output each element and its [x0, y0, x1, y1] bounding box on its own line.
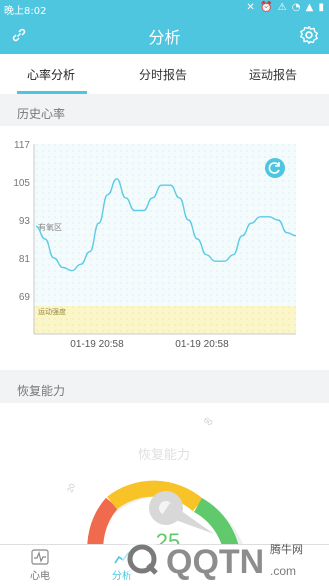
- gear-icon[interactable]: [299, 25, 319, 45]
- gauge-title: 恢复能力: [138, 447, 190, 462]
- history-card: 117 105 93 81 69 有氧区 运动强度 01-19 20:58 01…: [0, 126, 329, 370]
- recovery-card: 20 60 恢复能力 25: [0, 403, 329, 565]
- y-tick-label: 81: [19, 254, 31, 265]
- tab-sport-report[interactable]: 运动报告: [249, 66, 297, 83]
- y-tick-label: 69: [19, 292, 31, 303]
- aerobic-zone-label: 有氧区: [38, 222, 62, 232]
- gauge-tick-label: 20: [65, 482, 77, 494]
- recovery-title: 恢复能力: [17, 384, 66, 398]
- tab-timeshare-report[interactable]: 分时报告: [139, 66, 187, 83]
- svg-text:.com: .com: [270, 564, 296, 578]
- tab-heart-rate-analysis[interactable]: 心率分析: [27, 66, 75, 83]
- watermark-logo: QQTN 腾牛网 .com: [122, 539, 303, 581]
- tab-bar: 心率分析 分时报告 运动报告: [0, 54, 329, 94]
- status-time: 晚上8:02: [4, 6, 47, 17]
- gauge-red-segment: [87, 497, 119, 565]
- y-tick-label: 105: [13, 178, 30, 189]
- y-tick-label: 93: [19, 216, 31, 227]
- svg-text:腾牛网: 腾牛网: [270, 542, 303, 556]
- active-tab-indicator: [17, 91, 87, 94]
- app-bar: 分析: [0, 16, 329, 54]
- x-tick-label: 01-19 20:58: [175, 339, 229, 350]
- chart-grid: [34, 144, 296, 306]
- svg-text:QQTN: QQTN: [166, 543, 264, 581]
- heart-rate-chart: 117 105 93 81 69 有氧区 运动强度 01-19 20:58 01…: [13, 140, 297, 350]
- status-bar: 晚上8:02 ✕ ⏰ ⚠ ◔ ▲ ▮: [0, 0, 329, 17]
- nav-item-label: 心电: [30, 571, 50, 582]
- intensity-zone-grid: [34, 306, 296, 334]
- nav-item-ecg[interactable]: 心电: [10, 549, 70, 582]
- gauge-tick-label: 60: [202, 415, 215, 428]
- x-tick-label: 01-19 20:58: [70, 339, 124, 350]
- recovery-gauge: 20 60 恢复能力 25: [65, 415, 248, 565]
- history-title: 历史心率: [17, 107, 66, 121]
- page-title: 分析: [148, 28, 181, 47]
- refresh-button[interactable]: [265, 158, 285, 178]
- ecg-icon: [31, 549, 49, 565]
- intensity-zone-label: 运动强度: [38, 307, 66, 316]
- y-tick-label: 117: [14, 140, 30, 151]
- status-icons: ✕ ⏰ ⚠ ◔ ▲ ▮: [246, 2, 325, 13]
